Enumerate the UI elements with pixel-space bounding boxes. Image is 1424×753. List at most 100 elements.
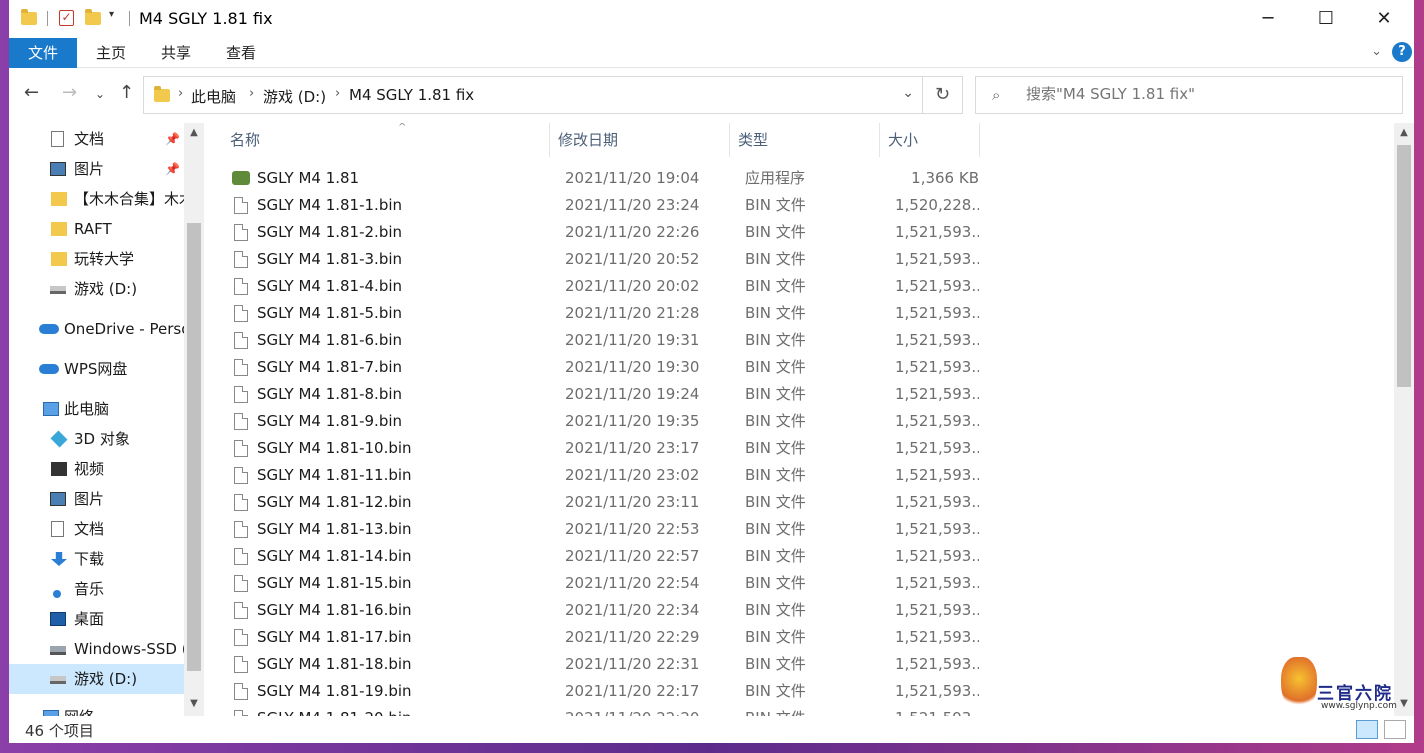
file-row[interactable]: SGLY M4 1.81-8.bin 2021/11/20 19:24 BIN 文件… [224,381,984,408]
file-row[interactable]: SGLY M4 1.81-9.bin 2021/11/20 19:35 BIN 文件… [224,408,984,435]
address-bar[interactable]: › 此电脑 › 游戏 (D:) › M4 SGLY 1.81 fix ⌄ [143,76,923,114]
file-row[interactable]: SGLY M4 1.81-10.bin 2021/11/20 23:17 BIN 文… [224,435,984,462]
address-history-chevron-icon[interactable]: ⌄ [902,85,914,101]
up-arrow-icon[interactable]: ↑ [119,82,134,103]
breadcrumb-separator-icon[interactable]: › [178,86,183,101]
file-icon [234,521,248,538]
nav-item-downloads[interactable]: 下载 [9,544,184,574]
nav-item-network[interactable]: 网络 [9,702,184,716]
file-modified-date: 2021/11/20 23:17 [565,439,700,457]
breadcrumb-drive-d[interactable]: 游戏 (D:) [263,86,326,107]
file-row[interactable]: SGLY M4 1.81-18.bin 2021/11/20 22:31 BIN 文… [224,651,984,678]
help-icon[interactable]: ? [1392,42,1412,62]
properties-icon[interactable]: ✓ [59,10,74,26]
file-icon [234,440,248,457]
tab-view[interactable]: 查看 [226,38,256,68]
maximize-button[interactable]: ☐ [1297,0,1355,38]
file-size: 1,521,593... [895,385,979,403]
file-row[interactable]: SGLY M4 1.81-2.bin 2021/11/20 22:26 BIN 文件… [224,219,984,246]
nav-item-windows-ssd[interactable]: Windows-SSD (C:) [9,634,184,664]
tab-home[interactable]: 主页 [96,38,126,68]
new-folder-icon[interactable] [85,9,101,25]
nav-item-desktop[interactable]: 桌面 [9,604,184,634]
large-icons-view-icon[interactable] [1384,720,1406,739]
tab-file[interactable]: 文件 [9,38,77,68]
nav-item-play-university[interactable]: 玩转大学 [9,244,184,274]
file-row[interactable]: SGLY M4 1.81-16.bin 2021/11/20 22:34 BIN 文… [224,597,984,624]
column-header-type[interactable]: 类型 [730,123,880,157]
nav-item-onedrive[interactable]: OneDrive - Personal [9,314,184,344]
forward-arrow-icon[interactable]: → [62,82,77,103]
scrollbar-thumb[interactable] [187,223,201,671]
search-input[interactable] [1026,85,1386,103]
back-arrow-icon[interactable]: ← [24,82,39,103]
column-header-size[interactable]: 大小 [880,123,980,157]
file-name: SGLY M4 1.81-12.bin [257,493,412,511]
nav-item-drive-d-quick[interactable]: 游戏 (D:) [9,274,184,304]
pictures-icon [50,492,66,506]
file-row[interactable]: SGLY M4 1.81-19.bin 2021/11/20 22:17 BIN 文… [224,678,984,705]
minimize-button[interactable]: ─ [1239,0,1297,38]
nav-item-videos[interactable]: 视频 [9,454,184,484]
file-list-scrollbar[interactable]: ▲ ▼ [1394,123,1414,716]
nav-item-pictures[interactable]: 图片 [9,484,184,514]
column-header-date[interactable]: 修改日期 [550,123,730,157]
file-modified-date: 2021/11/20 19:35 [565,412,700,430]
file-name: SGLY M4 1.81-8.bin [257,385,403,403]
breadcrumb-this-pc[interactable]: 此电脑 [191,86,236,107]
file-row[interactable]: SGLY M4 1.81-17.bin 2021/11/20 22:29 BIN 文… [224,624,984,651]
nav-item-documents[interactable]: 文档 [9,514,184,544]
file-icon [234,359,248,376]
file-row[interactable]: SGLY M4 1.81-20.bin 2021/11/20 22:20 BIN 文… [224,705,984,716]
details-view-icon[interactable] [1356,720,1378,739]
file-modified-date: 2021/11/20 20:02 [565,277,700,295]
file-modified-date: 2021/11/20 19:30 [565,358,700,376]
navigation-pane-scrollbar[interactable]: ▲ ▼ [184,123,204,716]
search-box[interactable]: ⌕ [975,76,1403,114]
scroll-up-arrow-icon[interactable]: ▲ [184,127,204,138]
column-header-name[interactable]: 名称 ^ [222,123,550,157]
file-row[interactable]: SGLY M4 1.81-13.bin 2021/11/20 22:53 BIN 文… [224,516,984,543]
file-row[interactable]: SGLY M4 1.81-5.bin 2021/11/20 21:28 BIN 文件… [224,300,984,327]
nav-item-mumu-collection[interactable]: 【木木合集】木木 [9,184,184,214]
this-pc-icon [43,402,59,416]
file-row[interactable]: SGLY M4 1.81-4.bin 2021/11/20 20:02 BIN 文件… [224,273,984,300]
watermark-url: www.sglynp.com [1321,701,1397,711]
nav-item-wps-cloud[interactable]: WPS网盘 [9,354,184,384]
scroll-up-arrow-icon[interactable]: ▲ [1394,127,1414,138]
nav-item-music[interactable]: 音乐 [9,574,184,604]
file-row[interactable]: SGLY M4 1.81-1.bin 2021/11/20 23:24 BIN 文件… [224,192,984,219]
refresh-button[interactable]: ↻ [923,76,963,114]
file-row[interactable]: SGLY M4 1.81-7.bin 2021/11/20 19:30 BIN 文件… [224,354,984,381]
file-row[interactable]: SGLY M4 1.81-6.bin 2021/11/20 19:31 BIN 文件… [224,327,984,354]
file-row[interactable]: SGLY M4 1.81 2021/11/20 19:04 应用程序 1,366 KB [224,165,984,192]
breadcrumb-separator-icon[interactable]: › [335,86,340,101]
file-row[interactable]: SGLY M4 1.81-14.bin 2021/11/20 22:57 BIN 文… [224,543,984,570]
nav-item-3d-objects[interactable]: 3D 对象 [9,424,184,454]
file-size: 1,521,593... [895,655,979,673]
file-row[interactable]: SGLY M4 1.81-11.bin 2021/11/20 23:02 BIN 文… [224,462,984,489]
file-name: SGLY M4 1.81-1.bin [257,196,403,214]
folder-icon [51,222,67,236]
tab-share[interactable]: 共享 [161,38,191,68]
close-button[interactable]: ✕ [1355,0,1413,38]
nav-item-raft[interactable]: RAFT [9,214,184,244]
expand-ribbon-chevron-icon[interactable]: ⌄ [1371,44,1382,59]
file-row[interactable]: SGLY M4 1.81-3.bin 2021/11/20 20:52 BIN 文件… [224,246,984,273]
folder-icon [51,192,67,206]
nav-item-documents-pinned[interactable]: 文档 📌 [9,124,184,154]
nav-item-this-pc[interactable]: 此电脑 [9,394,184,424]
breadcrumb-current-folder[interactable]: M4 SGLY 1.81 fix [349,86,474,104]
scrollbar-thumb[interactable] [1397,145,1411,387]
recent-locations-chevron-icon[interactable]: ⌄ [95,87,105,101]
quick-access-dropdown-icon[interactable]: ▾ [109,9,114,20]
file-modified-date: 2021/11/20 22:57 [565,547,700,565]
nav-item-pictures-pinned[interactable]: 图片 📌 [9,154,184,184]
scroll-down-arrow-icon[interactable]: ▼ [184,698,204,709]
file-row[interactable]: SGLY M4 1.81-12.bin 2021/11/20 23:11 BIN 文… [224,489,984,516]
breadcrumb-separator-icon[interactable]: › [249,86,254,101]
folder-icon [154,86,170,102]
file-row[interactable]: SGLY M4 1.81-15.bin 2021/11/20 22:54 BIN 文… [224,570,984,597]
nav-item-drive-d[interactable]: 游戏 (D:) [9,664,184,694]
file-modified-date: 2021/11/20 21:28 [565,304,700,322]
